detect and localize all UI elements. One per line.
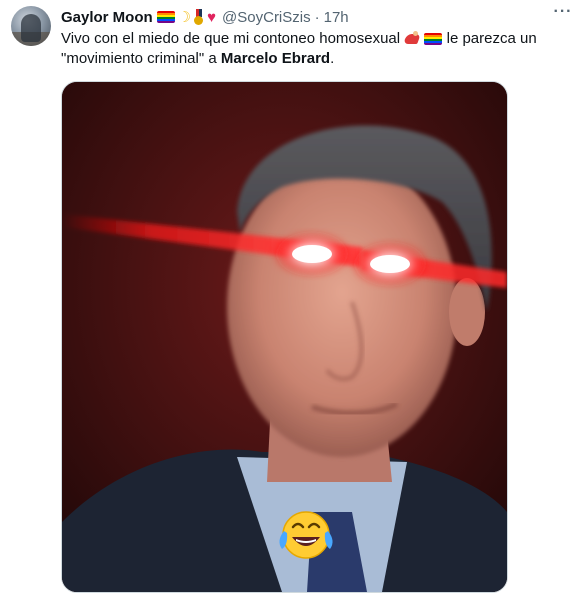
- tweet-text-part1: Vivo con el miedo de que mi contoneo hom…: [61, 30, 405, 47]
- tweet-image[interactable]: [61, 81, 508, 593]
- tweet-timestamp[interactable]: 17h: [324, 9, 349, 26]
- author-name[interactable]: Gaylor Moon: [61, 9, 153, 26]
- more-icon: ···: [553, 3, 573, 20]
- tweet-text-bold: Marcelo Ebrard: [220, 50, 331, 67]
- crescent-moon-icon: ☽: [177, 8, 192, 26]
- meta-separator: ·: [314, 8, 320, 26]
- more-options-button[interactable]: ···: [552, 4, 574, 24]
- rainbow-flag-icon: [156, 11, 175, 23]
- tweet-header: Gaylor Moon ☽ ♥ @SoyCriSzis · 17h: [61, 6, 349, 28]
- laser-eye-left-core: [292, 245, 332, 263]
- tweet[interactable]: Gaylor Moon ☽ ♥ @SoyCriSzis · 17h ··· Vi…: [0, 0, 584, 593]
- tweet-text: Vivo con el miedo de que mi contoneo hom…: [61, 29, 571, 69]
- meme-image: [62, 82, 507, 592]
- laser-eye-right-core: [370, 255, 410, 273]
- dancer-icon: [404, 31, 420, 45]
- author-emojis: ☽ ♥: [156, 8, 217, 26]
- author-handle[interactable]: @SoyCriSzis: [222, 9, 311, 26]
- heart-icon: ♥: [207, 8, 217, 26]
- rainbow-flag-icon: [424, 33, 443, 45]
- author-avatar[interactable]: [11, 6, 51, 46]
- avatar-figure: [21, 14, 41, 42]
- ear-shape: [449, 278, 485, 346]
- medal-icon: [194, 9, 204, 25]
- tweet-text-end: .: [330, 50, 335, 67]
